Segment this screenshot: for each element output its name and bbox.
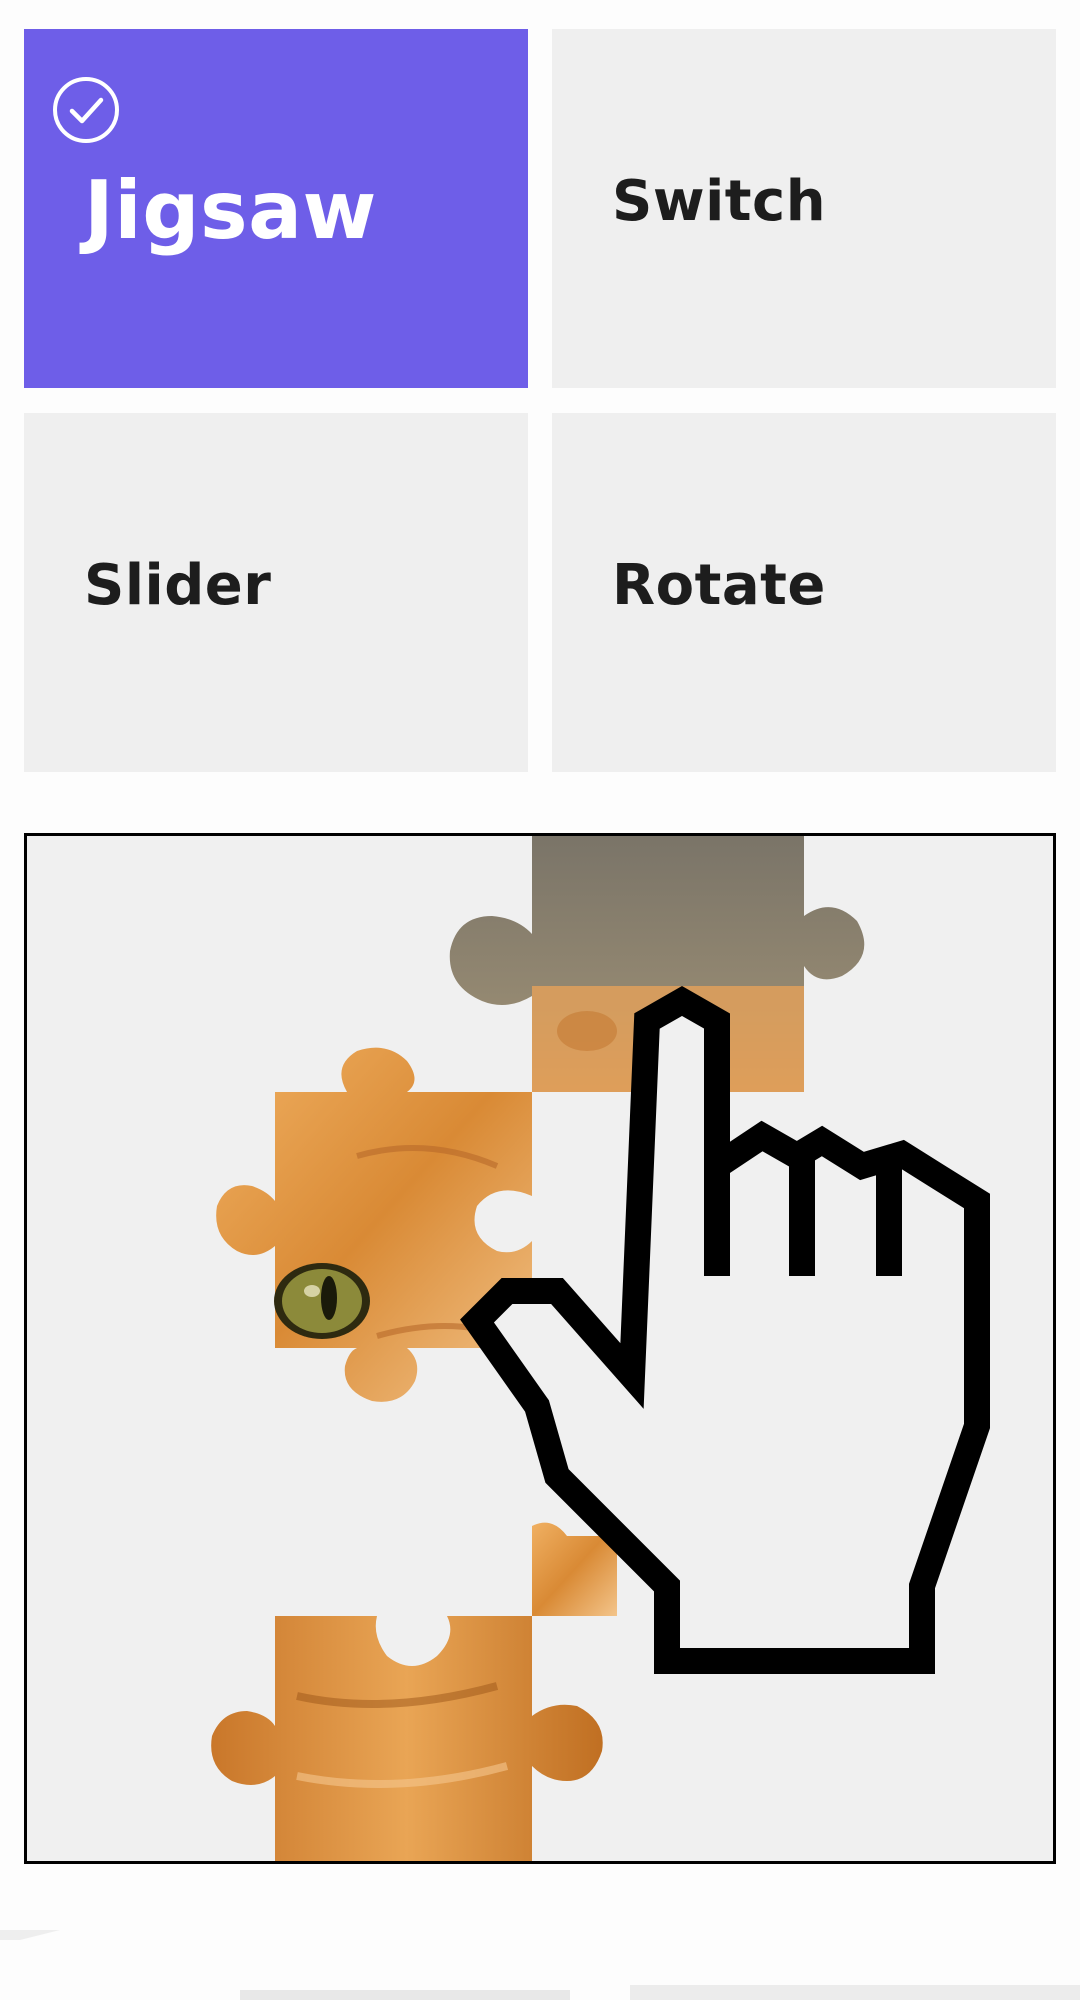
mode-label-switch: Switch	[612, 169, 827, 234]
mode-label-rotate: Rotate	[612, 553, 826, 618]
puzzle-mode-grid: Jigsaw Switch Slider Rotate	[24, 29, 1056, 773]
mode-label-slider: Slider	[84, 553, 272, 618]
mode-card-switch[interactable]: Switch	[552, 29, 1056, 388]
mode-card-jigsaw[interactable]: Jigsaw	[24, 29, 528, 388]
mode-preview-panel	[24, 833, 1056, 1864]
check-circle-icon	[53, 77, 119, 143]
mode-label-jigsaw: Jigsaw	[84, 164, 377, 257]
preview-illustration	[211, 836, 990, 1861]
mode-card-slider[interactable]: Slider	[24, 413, 528, 772]
bottom-banner-edge	[0, 1930, 1080, 2000]
mode-card-rotate[interactable]: Rotate	[552, 413, 1056, 772]
puzzle-piece-bottom	[211, 1616, 603, 1861]
